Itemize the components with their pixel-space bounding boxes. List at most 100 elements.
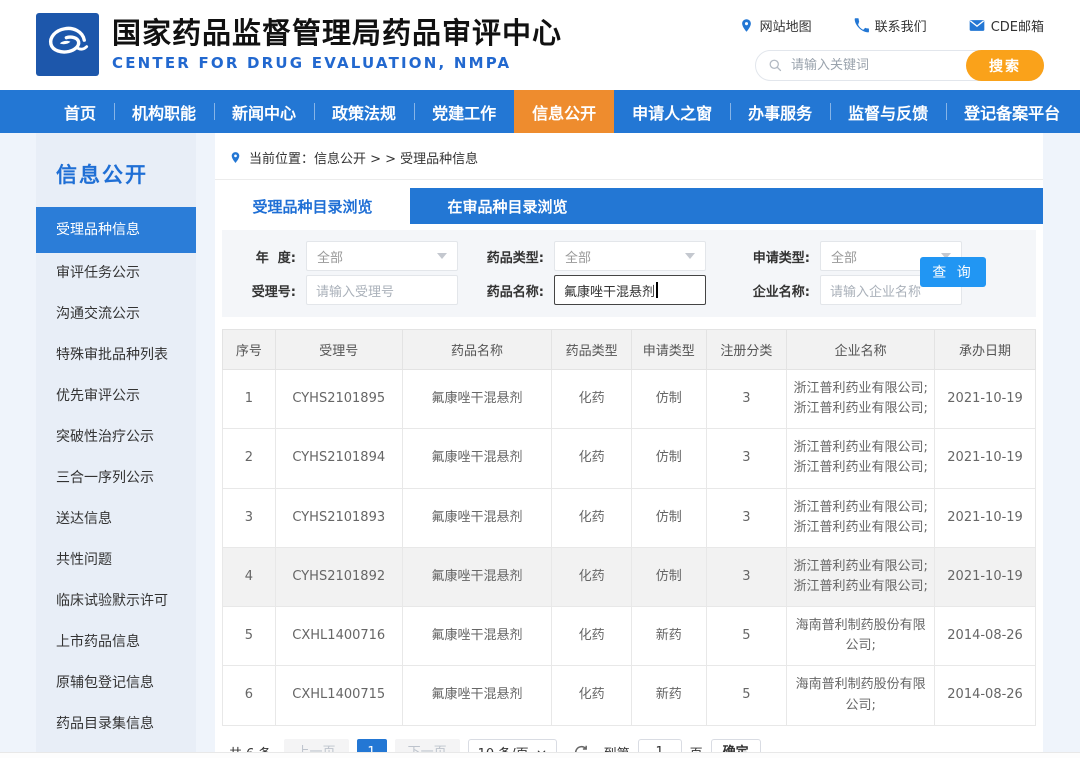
- table-cell: 6: [222, 665, 276, 726]
- table-cell: 新药: [630, 665, 707, 726]
- site-search: 搜索: [755, 50, 1044, 81]
- table-row-5[interactable]: 5 CXHL1400716 氟康唑干混悬剂 化药 新药 5 海南普利制药股份有限公司; 201…: [222, 606, 1036, 667]
- table-cell: 2021-10-19: [934, 487, 1036, 548]
- sidebar-item-7[interactable]: 三合一序列公示: [36, 458, 196, 499]
- table-cell: 化药: [551, 546, 632, 608]
- sidebar-item-5[interactable]: 优先审评公示: [36, 376, 196, 417]
- drug-name-filter: 药品名称: 氟康唑干混悬剂: [458, 275, 706, 305]
- nav-item-4[interactable]: 政策法规: [314, 90, 414, 133]
- cde-mail-link[interactable]: CDE邮箱: [969, 16, 1044, 35]
- apply-type-select-value: 全部: [831, 250, 858, 266]
- main-nav: 首页 机构职能 新闻中心 政策法规 党建工作 信息公开 申请人之窗 办事服务 监督与反馈 登记备案…: [0, 90, 1080, 133]
- nav-item-1[interactable]: 首页: [46, 90, 114, 133]
- table-cell: 氟康唑干混悬剂: [401, 606, 553, 667]
- nav-item-7[interactable]: 申请人之窗: [614, 90, 730, 133]
- sidebar-item-4[interactable]: 特殊审批品种列表: [36, 335, 196, 376]
- company-name-label: 企业名称:: [752, 284, 810, 300]
- cde-logo: [36, 13, 99, 76]
- table-cell: 3: [705, 487, 788, 548]
- sidebar-item-6[interactable]: 突破性治疗公示: [36, 417, 196, 458]
- table-cell: 仿制: [630, 546, 707, 608]
- query-button[interactable]: 查 询: [920, 257, 986, 287]
- nav-item-9[interactable]: 监督与反馈: [830, 90, 946, 133]
- year-filter: 年 度: 全部: [234, 241, 458, 271]
- table-cell: 化药: [551, 368, 632, 430]
- sidebar-item-1[interactable]: 受理品种信息: [36, 207, 196, 253]
- column-header: 受理号: [274, 329, 403, 370]
- breadcrumb: 当前位置：信息公开 > > 受理品种信息: [215, 133, 1043, 180]
- contact-us-link[interactable]: 联系我们: [854, 16, 927, 35]
- acceptance-no-filter: 受理号: 请输入受理号: [234, 275, 458, 305]
- sidebar: 信息公开 受理品种信息 审评任务公示 沟通交流公示 特殊审批品种列表 优先审评公示 突破性…: [36, 133, 196, 758]
- sidebar-item-12[interactable]: 原辅包登记信息: [36, 663, 196, 704]
- table-row-1[interactable]: 1 CYHS2101895 氟康唑干混悬剂 化药 仿制 3 浙江普利药业有限公司;浙江普利药…: [222, 368, 1036, 430]
- sidebar-item-9[interactable]: 共性问题: [36, 540, 196, 581]
- year-label: 年 度:: [255, 250, 296, 266]
- sidebar-item-13[interactable]: 药品目录集信息: [36, 704, 196, 745]
- drug-type-filter: 药品类型: 全部: [458, 241, 706, 271]
- location-pin-icon: [231, 152, 240, 163]
- sidebar-title: 信息公开: [56, 163, 148, 187]
- search-input[interactable]: [791, 58, 966, 73]
- nav-item-2[interactable]: 机构职能: [114, 90, 214, 133]
- cde-logo-icon: [48, 26, 88, 54]
- main-panel: 当前位置：信息公开 > > 受理品种信息 受理品种目录浏览 在审品种目录浏览 年…: [215, 133, 1043, 758]
- drug-name-input[interactable]: 氟康唑干混悬剂: [554, 275, 706, 305]
- year-select[interactable]: 全部: [306, 241, 458, 271]
- results-table: 序号 受理号 药品名称 药品类型 申请类型 注册分类 企业名称 承办日期 1 CYHS21018…: [222, 329, 1036, 726]
- footer-strip: [0, 752, 1080, 758]
- breadcrumb-text: 当前位置：信息公开 > > 受理品种信息: [249, 152, 479, 167]
- sidebar-item-2[interactable]: 审评任务公示: [36, 253, 196, 294]
- site-subtitle: CENTER FOR DRUG EVALUATION, NMPA: [112, 54, 512, 72]
- nav-item-10[interactable]: 登记备案平台: [946, 90, 1078, 133]
- table-cell: CXHL1400715: [274, 665, 403, 726]
- year-select-value: 全部: [317, 250, 344, 266]
- table-cell: 氟康唑干混悬剂: [401, 368, 553, 430]
- search-button[interactable]: 搜索: [966, 50, 1044, 81]
- drug-type-select[interactable]: 全部: [554, 241, 706, 271]
- column-header: 企业名称: [786, 329, 936, 370]
- drug-name-input-value: 氟康唑干混悬剂: [564, 284, 656, 300]
- table-cell: 4: [222, 546, 276, 608]
- table-cell: 1: [222, 368, 276, 430]
- table-cell: 仿制: [630, 368, 707, 430]
- drug-type-select-value: 全部: [565, 250, 592, 266]
- table-row-6[interactable]: 6 CXHL1400715 氟康唑干混悬剂 化药 新药 5 海南普利制药股份有限公司; 201…: [222, 665, 1036, 726]
- nav-item-6[interactable]: 信息公开: [514, 90, 615, 133]
- column-header: 药品类型: [551, 329, 632, 370]
- results-table-body: 1 CYHS2101895 氟康唑干混悬剂 化药 仿制 3 浙江普利药业有限公司;浙江普利药…: [222, 368, 1036, 726]
- sidebar-item-8[interactable]: 送达信息: [36, 499, 196, 540]
- table-cell: 浙江普利药业有限公司;浙江普利药业有限公司;: [786, 487, 936, 548]
- table-cell: 2014-08-26: [934, 665, 1036, 726]
- tab-under-review-catalog[interactable]: 在审品种目录浏览: [410, 188, 605, 224]
- table-cell: 2: [222, 428, 276, 489]
- sidebar-item-3[interactable]: 沟通交流公示: [36, 294, 196, 335]
- table-cell: 化药: [551, 665, 632, 726]
- table-cell: 2021-10-19: [934, 546, 1036, 608]
- sidebar-item-11[interactable]: 上市药品信息: [36, 622, 196, 663]
- nav-item-8[interactable]: 办事服务: [730, 90, 830, 133]
- filter-panel: 年 度: 全部 药品类型: 全部 申请类型: 全部 受理号: 请输入受理号 药品…: [222, 230, 1036, 317]
- table-row-3[interactable]: 3 CYHS2101893 氟康唑干混悬剂 化药 仿制 3 浙江普利药业有限公司;浙江普利药…: [222, 487, 1036, 548]
- filter-row-1: 年 度: 全部 药品类型: 全部 申请类型: 全部: [234, 239, 1024, 273]
- table-cell: 2014-08-26: [934, 606, 1036, 667]
- table-cell: 浙江普利药业有限公司;浙江普利药业有限公司;: [786, 368, 936, 430]
- nav-item-3[interactable]: 新闻中心: [214, 90, 314, 133]
- sitemap-link-label: 网站地图: [759, 20, 812, 35]
- tab-accepted-catalog[interactable]: 受理品种目录浏览: [215, 188, 410, 224]
- table-cell: CYHS2101894: [274, 428, 403, 489]
- sitemap-link[interactable]: 网站地图: [739, 16, 812, 35]
- table-cell: 仿制: [630, 428, 707, 489]
- location-pin-icon: [741, 19, 751, 32]
- table-cell: 3: [705, 428, 788, 489]
- table-row-2[interactable]: 2 CYHS2101894 氟康唑干混悬剂 化药 仿制 3 浙江普利药业有限公司;浙江普利药…: [222, 428, 1036, 489]
- table-row-4[interactable]: 4 CYHS2101892 氟康唑干混悬剂 化药 仿制 3 浙江普利药业有限公司;浙江普利药…: [222, 546, 1036, 608]
- acceptance-no-label: 受理号:: [251, 284, 296, 300]
- table-cell: CYHS2101893: [274, 487, 403, 548]
- acceptance-no-input[interactable]: 请输入受理号: [306, 275, 458, 305]
- table-cell: 2021-10-19: [934, 368, 1036, 430]
- sidebar-item-10[interactable]: 临床试验默示许可: [36, 581, 196, 622]
- nav-item-5[interactable]: 党建工作: [414, 90, 514, 133]
- table-cell: CYHS2101895: [274, 368, 403, 430]
- apply-type-label: 申请类型:: [752, 250, 810, 266]
